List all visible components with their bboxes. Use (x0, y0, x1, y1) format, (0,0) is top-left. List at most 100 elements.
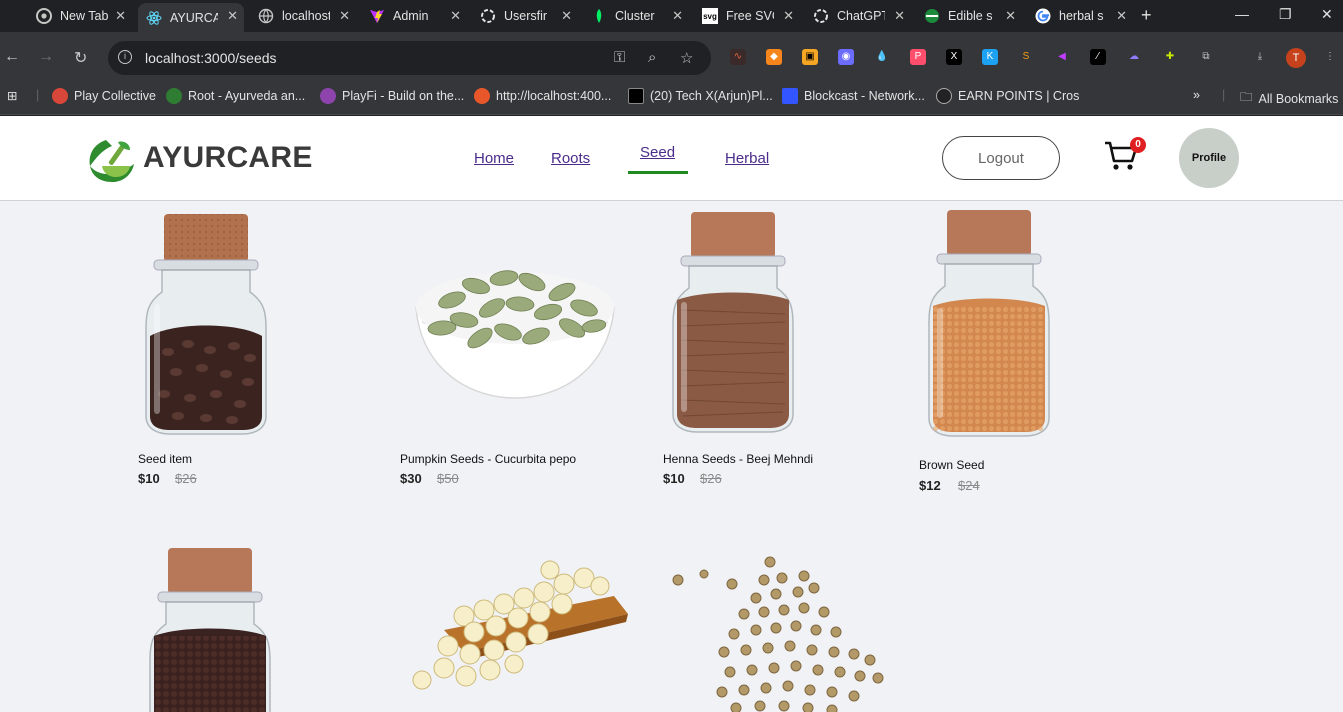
product-card[interactable]: Brown Seed $12 $24 (911, 208, 1131, 508)
minimize-icon[interactable]: — (1235, 6, 1249, 22)
close-tab-icon[interactable]: ✕ (1005, 8, 1016, 24)
bookmark-star-icon[interactable]: ☆ (680, 49, 693, 67)
product-card[interactable]: Henna Seeds - Beej Mehndi $10 $26 (655, 208, 875, 508)
pumpkin-seeds-bowl-image (415, 270, 615, 399)
product-name[interactable]: Henna Seeds - Beej Mehndi (663, 452, 813, 466)
extension-icon[interactable]: ✚ (1162, 49, 1178, 65)
lotus-seeds-tray-image (412, 560, 628, 690)
product-card[interactable] (660, 552, 900, 712)
bookmark-item[interactable]: http://localhost:400... (474, 88, 611, 104)
web-page: AYURCARE Home Roots Seed Herbal Logout 0… (0, 116, 1343, 712)
profile-button[interactable]: Profile (1179, 128, 1239, 188)
browser-tab[interactable]: herbal s ✕ (1027, 3, 1133, 29)
close-tab-icon[interactable]: ✕ (894, 8, 905, 24)
more-bookmarks-icon[interactable]: » (1193, 88, 1200, 102)
browser-tab[interactable]: localhost ✕ (250, 3, 356, 29)
extension-icon[interactable]: ⁄ (1090, 49, 1106, 65)
extension-icon[interactable]: P (910, 49, 926, 65)
metamask-icon[interactable]: ◆ (766, 49, 782, 65)
forward-arrow-icon[interactable]: → (38, 48, 54, 66)
product-name[interactable]: Pumpkin Seeds - Cucurbita pepo (400, 452, 576, 466)
close-tab-icon[interactable]: ✕ (561, 8, 572, 24)
drop-icon[interactable]: 💧 (874, 49, 890, 65)
browser-tab-active[interactable]: AYURCARE ✕ (138, 3, 244, 32)
product-card[interactable] (130, 542, 350, 712)
browser-tab[interactable]: New Tab ✕ (28, 3, 132, 29)
extension-icon[interactable]: S (1018, 49, 1034, 65)
reload-icon[interactable]: ↻ (74, 48, 87, 68)
black-pepper-jar-image (149, 548, 271, 712)
mongodb-leaf-icon (591, 8, 607, 24)
mortar-pestle-logo-icon[interactable] (86, 136, 136, 182)
site-header: AYURCARE Home Roots Seed Herbal Logout 0… (0, 116, 1343, 201)
nav-seed-link[interactable]: Seed (640, 144, 675, 161)
extension-icon[interactable]: ◉ (838, 49, 854, 65)
close-tab-icon[interactable]: ✕ (227, 8, 238, 24)
bookmark-item[interactable]: Blockcast - Network... (782, 88, 925, 104)
folder-icon: 🗀 (1240, 90, 1253, 104)
browser-tab[interactable]: Edible s ✕ (916, 3, 1022, 29)
product-original-price: $26 (700, 471, 722, 486)
openai-icon (813, 8, 829, 24)
product-original-price: $50 (437, 471, 459, 486)
product-name[interactable]: Brown Seed (919, 458, 984, 472)
active-nav-indicator (628, 171, 688, 174)
product-price: $12 (919, 478, 941, 493)
new-tab-icon[interactable]: + (1141, 5, 1152, 26)
window-close-icon[interactable]: ✕ (1321, 6, 1333, 23)
bookmark-item[interactable]: Play Collective (52, 88, 156, 104)
apps-grid-icon[interactable]: ⊞ (7, 88, 17, 103)
site-info-icon[interactable]: i (118, 50, 132, 64)
password-key-icon[interactable]: ⚿ (614, 49, 625, 66)
url-text[interactable]: localhost:3000/seeds (145, 50, 277, 66)
browser-tab[interactable]: ChatGPT ✕ (805, 3, 911, 29)
profile-avatar[interactable]: T (1286, 48, 1306, 68)
site-logo-text[interactable]: AYURCARE (143, 141, 313, 175)
extension-icon[interactable]: ▣ (802, 49, 818, 65)
vite-icon (369, 8, 385, 24)
product-card[interactable] (400, 552, 640, 712)
close-tab-icon[interactable]: ✕ (672, 8, 683, 24)
nav-roots-link[interactable]: Roots (551, 150, 590, 167)
product-card[interactable]: Seed item $10 $26 (130, 208, 350, 508)
extensions-puzzle-icon[interactable]: ⧉ (1198, 49, 1214, 65)
browser-tab[interactable]: Admin ✕ (361, 3, 467, 29)
download-icon[interactable]: ⤓ (1252, 49, 1268, 65)
menu-kebab-icon[interactable]: ⋮ (1322, 49, 1338, 65)
bookmark-item[interactable]: PlayFi - Build on the... (320, 88, 464, 104)
bookmark-favicon-icon (320, 88, 336, 104)
close-tab-icon[interactable]: ✕ (339, 8, 350, 24)
close-tab-icon[interactable]: ✕ (450, 8, 461, 24)
all-bookmarks-button[interactable]: 🗀 All Bookmarks (1240, 88, 1338, 109)
restore-icon[interactable]: ❐ (1279, 6, 1292, 23)
browser-tab[interactable]: svg Free SVG ✕ (694, 3, 800, 29)
browser-tab[interactable]: Usersfir ✕ (472, 3, 578, 29)
zoom-icon[interactable]: ⌕ (648, 49, 656, 66)
product-price: $10 (138, 471, 160, 486)
product-name[interactable]: Seed item (138, 452, 192, 466)
extension-icon[interactable]: ◀ (1054, 49, 1070, 65)
bookmark-item[interactable]: Root - Ayurveda an... (166, 88, 305, 104)
site-favicon-icon (924, 8, 940, 24)
x-icon[interactable]: X (946, 49, 962, 65)
nav-home-link[interactable]: Home (474, 150, 514, 167)
product-price: $10 (663, 471, 685, 486)
browser-tab[interactable]: Cluster ✕ (583, 3, 689, 29)
extension-icon[interactable]: ∿ (730, 49, 746, 65)
bookmark-item[interactable]: (20) Tech X(Arjun)Pl... (628, 88, 773, 104)
cart-count-badge: 0 (1130, 137, 1146, 153)
nav-herbal-link[interactable]: Herbal (725, 150, 769, 167)
extension-icon[interactable]: K (982, 49, 998, 65)
back-arrow-icon[interactable]: ← (4, 48, 20, 66)
close-tab-icon[interactable]: ✕ (115, 8, 126, 24)
product-card[interactable]: Pumpkin Seeds - Cucurbita pepo $30 $50 (392, 208, 632, 508)
logout-button[interactable]: Logout (942, 136, 1060, 180)
extension-icon[interactable]: ☁ (1126, 49, 1142, 65)
product-original-price: $24 (958, 478, 980, 493)
close-tab-icon[interactable]: ✕ (1116, 8, 1127, 24)
product-price: $30 (400, 471, 422, 486)
chrome-icon (36, 8, 52, 24)
bookmark-item[interactable]: EARN POINTS | Cros (936, 88, 1079, 104)
close-tab-icon[interactable]: ✕ (783, 8, 794, 24)
bookmark-favicon-icon (628, 88, 644, 104)
